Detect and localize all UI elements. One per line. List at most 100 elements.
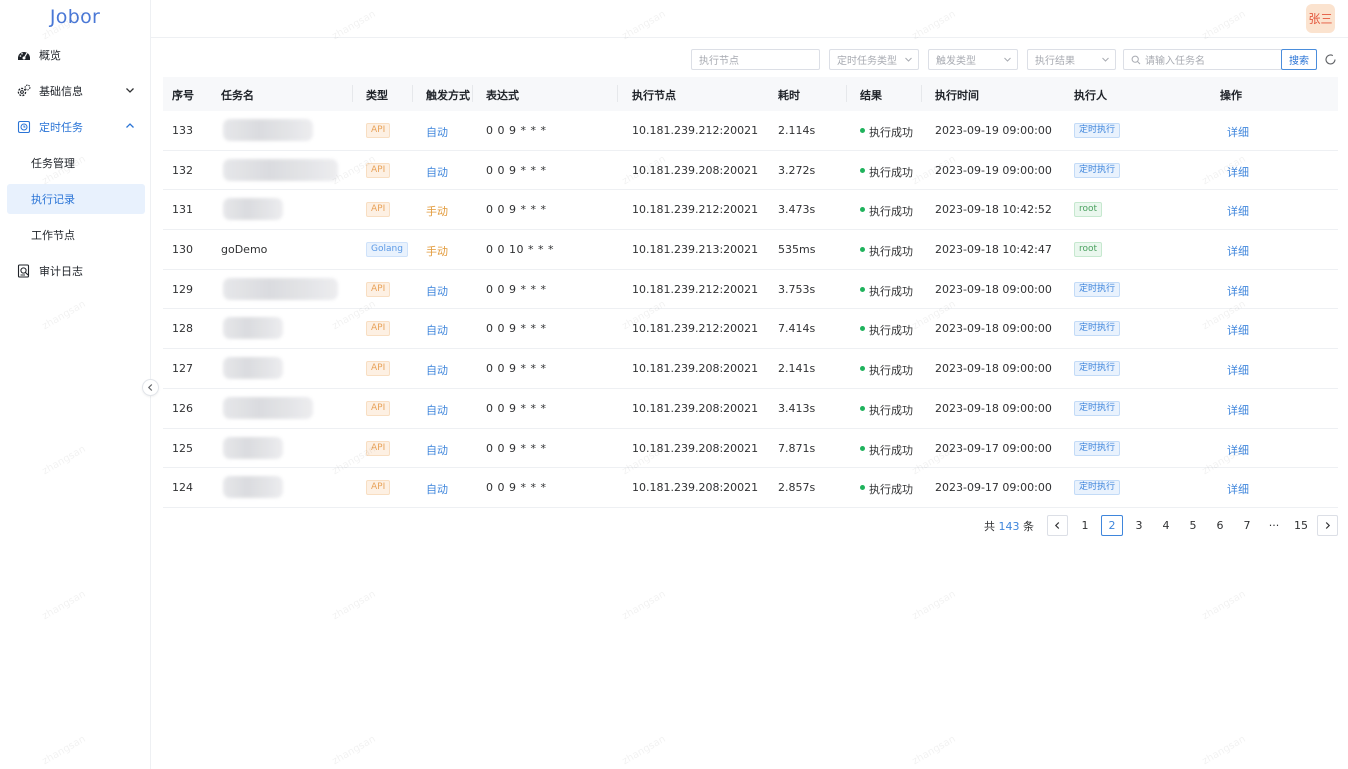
success-dot-icon [860,286,865,292]
sidebar-item-label: 工作节点 [31,229,75,242]
sidebar-item-scheduled-tasks[interactable]: 定时任务 [7,112,145,142]
table-row: 131 API 手动 0 0 9 * * * 10.181.239.212:20… [163,190,1338,231]
result-placeholder: 执行结果 [1035,56,1075,67]
success-dot-icon [860,167,865,173]
table-row: 127 API 自动 0 0 9 * * * 10.181.239.208:20… [163,349,1338,389]
task-name-redacted [223,396,313,419]
cron-expression: 0 0 9 * * * [486,322,547,336]
sidebar-item-basic-info[interactable]: 基础信息 [7,76,145,106]
result-status: 执行成功 [869,245,913,259]
trigger-type: 自动 [426,443,448,457]
detail-link[interactable]: 详细 [1227,442,1249,458]
chevron-down-icon [1004,57,1011,62]
executor-tag: 定时执行 [1074,281,1121,297]
sidebar-item-audit-log[interactable]: 审计日志 [7,256,145,286]
watermark-text: zhangsan [620,733,668,768]
exec-time: 2023-09-17 09:00:00 [935,481,1052,495]
exec-node: 10.181.239.212:20021 [632,203,759,217]
success-dot-icon [860,445,865,451]
task-name: goDemo [221,243,268,257]
sidebar-item-execution-records[interactable]: 执行记录 [7,184,145,214]
type-tag: API [366,162,391,178]
detail-link[interactable]: 详细 [1227,481,1249,497]
refresh-icon[interactable] [1324,53,1337,66]
detail-link[interactable]: 详细 [1227,243,1249,259]
exec-node: 10.181.239.212:20021 [632,124,759,137]
col-header-trigger: 触发方式 [426,89,470,102]
page-number[interactable]: 6 [1209,515,1231,536]
col-divider [617,85,618,102]
collapse-sidebar-button[interactable] [142,379,159,396]
trigger-type-select[interactable]: 触发类型 [928,49,1018,70]
task-name-redacted [223,357,283,380]
schedule-icon [16,119,32,135]
cron-expression: 0 0 9 * * * [486,124,547,137]
sidebar-item-label: 概览 [39,49,61,62]
table-row: 124 API 自动 0 0 9 * * * 10.181.239.208:20… [163,468,1338,508]
task-name-redacted [223,277,338,300]
result-status: 执行成功 [869,165,913,179]
sidebar-item-task-management[interactable]: 任务管理 [7,148,145,178]
col-header-exec-time: 执行时间 [935,89,979,102]
cron-expression: 0 0 9 * * * [486,362,547,376]
user-avatar[interactable]: 张三 [1306,4,1335,33]
chevron-down-icon [1102,57,1109,62]
row-id: 128 [172,322,193,336]
duration: 2.114s [778,124,816,137]
type-tag: API [366,480,391,496]
result-status: 执行成功 [869,126,913,139]
table-row: 133 API 自动 0 0 9 * * * 10.181.239.212:20… [163,111,1338,151]
success-dot-icon [860,128,865,133]
page-number[interactable]: 1 [1074,515,1096,536]
prev-page-button[interactable] [1047,515,1068,536]
result-status: 执行成功 [869,443,913,457]
sidebar-item-overview[interactable]: 概览 [7,40,145,70]
total-count: 143 [998,520,1020,533]
type-tag: API [366,321,391,337]
duration: 2.141s [778,362,816,376]
row-id: 131 [172,203,193,217]
task-name-search-input[interactable]: 请输入任务名 [1123,49,1282,70]
watermark-text: zhangsan [620,588,668,623]
chevron-left-icon [147,384,153,391]
task-type-select[interactable]: 定时任务类型 [829,49,919,70]
page-number[interactable]: 15 [1290,515,1312,536]
app-logo[interactable]: Jobor [0,6,150,28]
detail-link[interactable]: 详细 [1227,362,1249,378]
exec-node: 10.181.239.208:20021 [632,362,759,376]
result-select[interactable]: 执行结果 [1027,49,1116,70]
trigger-type: 自动 [426,483,448,497]
detail-link[interactable]: 详细 [1227,124,1249,140]
trigger-type: 自动 [426,284,448,298]
chevron-down-icon [126,88,134,93]
task-name-redacted [223,436,283,459]
duration: 3.753s [778,282,816,296]
cron-expression: 0 0 9 * * * [486,163,547,177]
trigger-type-placeholder: 触发类型 [936,56,976,67]
chevron-right-icon [1325,522,1331,529]
page-number[interactable]: 2 [1101,515,1123,536]
detail-link[interactable]: 详细 [1227,164,1249,180]
table-body: 133 API 自动 0 0 9 * * * 10.181.239.212:20… [163,111,1338,508]
next-page-button[interactable] [1317,515,1338,536]
search-icon [1131,55,1141,65]
node-filter-input[interactable]: 执行节点 [691,49,820,70]
page-number[interactable]: 5 [1182,515,1204,536]
search-button[interactable]: 搜索 [1281,49,1317,70]
watermark-text: zhangsan [330,733,378,768]
col-divider [352,85,353,102]
detail-link[interactable]: 详细 [1227,402,1249,418]
page-number[interactable]: 3 [1128,515,1150,536]
duration: 2.857s [778,481,816,495]
success-dot-icon [860,247,865,253]
page-number[interactable]: 7 [1236,515,1258,536]
page-number[interactable]: 4 [1155,515,1177,536]
sidebar-item-work-nodes[interactable]: 工作节点 [7,220,145,250]
detail-link[interactable]: 详细 [1227,283,1249,299]
detail-link[interactable]: 详细 [1227,203,1249,219]
execution-records-table: 序号 任务名 类型 触发方式 表达式 执行节点 耗时 结果 执行时间 执行人 操… [163,77,1338,508]
col-header-action: 操作 [1220,89,1242,102]
detail-link[interactable]: 详细 [1227,322,1249,338]
col-divider [472,85,473,102]
pagination-ellipsis[interactable]: ··· [1263,515,1285,536]
